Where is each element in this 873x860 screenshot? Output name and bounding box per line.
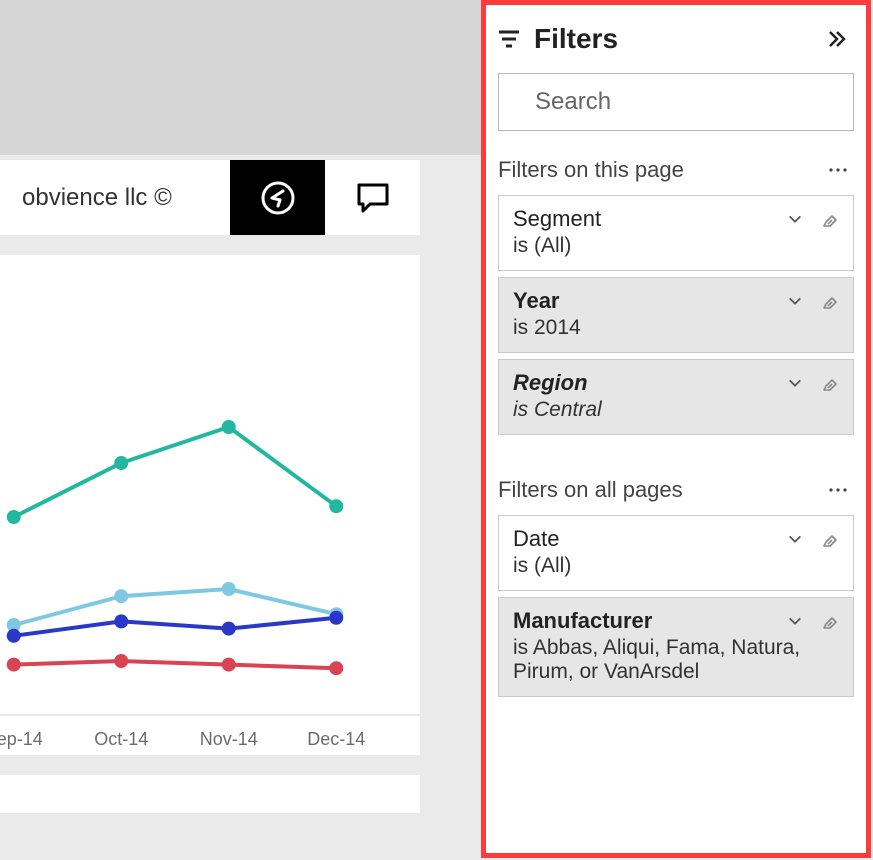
filters-section-all-more[interactable] xyxy=(828,486,848,494)
canvas-bottom-strip xyxy=(0,775,420,813)
filter-card-title: Segment xyxy=(513,206,601,232)
visual-toolbar: obvience llc © xyxy=(0,160,420,235)
chevron-down-icon xyxy=(787,531,803,547)
workspace: obvience llc © Sep-14 Oct-14 Nov-14 Dec-14 xyxy=(0,0,873,860)
filters-section-page-header: Filters on this page xyxy=(486,149,866,189)
chart-point[interactable] xyxy=(114,654,128,668)
filter-card[interactable]: Regionis Central xyxy=(498,359,854,435)
chevron-down-icon xyxy=(787,375,803,391)
filter-card-expand[interactable] xyxy=(787,211,803,227)
filter-card-subtitle: is Central xyxy=(513,398,839,422)
filter-card-subtitle: is 2014 xyxy=(513,316,839,340)
report-canvas: obvience llc © Sep-14 Oct-14 Nov-14 Dec-14 xyxy=(0,0,481,860)
filter-card[interactable]: Segmentis (All) xyxy=(498,195,854,271)
filters-section-page-label: Filters on this page xyxy=(498,157,684,183)
filters-search-input[interactable] xyxy=(535,88,845,116)
focus-mode-icon xyxy=(258,178,298,218)
filter-card-title: Region xyxy=(513,370,588,396)
chart-point[interactable] xyxy=(114,456,128,470)
filter-card-subtitle: is Abbas, Aliqui, Fama, Natura, Pirum, o… xyxy=(513,636,839,684)
filters-pane-header: Filters xyxy=(486,5,866,73)
filter-card-clear[interactable] xyxy=(819,373,839,393)
chart-point[interactable] xyxy=(222,420,236,434)
filter-card-subtitle: is (All) xyxy=(513,554,839,578)
chart-point[interactable] xyxy=(222,582,236,596)
x-axis-label: Dec-14 xyxy=(307,729,365,749)
collapse-pane-button[interactable] xyxy=(826,28,848,50)
filters-section-all-list: Dateis (All)Manufactureris Abbas, Aliqui… xyxy=(486,515,866,697)
filter-card[interactable]: Dateis (All) xyxy=(498,515,854,591)
more-icon xyxy=(828,166,848,174)
filters-section-page-more[interactable] xyxy=(828,166,848,174)
x-axis-label: Oct-14 xyxy=(94,729,148,749)
chart-point[interactable] xyxy=(7,658,21,672)
focus-mode-button[interactable] xyxy=(230,160,325,235)
chart-point[interactable] xyxy=(7,510,21,524)
chart-point[interactable] xyxy=(222,658,236,672)
clear-filter-icon xyxy=(819,209,839,229)
filter-card-clear[interactable] xyxy=(819,291,839,311)
filter-card-title: Date xyxy=(513,526,559,552)
filter-card-title: Year xyxy=(513,288,560,314)
filter-card-clear[interactable] xyxy=(819,209,839,229)
comment-button[interactable] xyxy=(325,160,420,235)
chart-point[interactable] xyxy=(114,614,128,628)
x-axis-label: Nov-14 xyxy=(200,729,258,749)
visual-toolbar-buttons xyxy=(230,160,420,235)
chart-point[interactable] xyxy=(329,611,343,625)
chart-point[interactable] xyxy=(329,661,343,675)
chevron-down-icon xyxy=(787,211,803,227)
filter-card[interactable]: Manufactureris Abbas, Aliqui, Fama, Natu… xyxy=(498,597,854,697)
filter-card-clear[interactable] xyxy=(819,529,839,549)
filters-pane: Filters Filters on this page xyxy=(486,5,866,853)
chart-point[interactable] xyxy=(7,629,21,643)
copyright-caption: obvience llc © xyxy=(0,184,172,212)
clear-filter-icon xyxy=(819,611,839,631)
filter-card-expand[interactable] xyxy=(787,613,803,629)
filter-icon xyxy=(496,26,522,52)
filter-card-expand[interactable] xyxy=(787,531,803,547)
filter-card[interactable]: Yearis 2014 xyxy=(498,277,854,353)
filters-pane-title: Filters xyxy=(534,23,814,55)
chart-point[interactable] xyxy=(329,499,343,513)
chevron-down-icon xyxy=(787,613,803,629)
filters-pane-highlight: Filters Filters on this page xyxy=(481,0,871,858)
comment-icon xyxy=(354,179,392,217)
line-chart: Sep-14 Oct-14 Nov-14 Dec-14 xyxy=(0,255,420,755)
canvas-header-band xyxy=(0,0,481,155)
filter-card-expand[interactable] xyxy=(787,375,803,391)
clear-filter-icon xyxy=(819,373,839,393)
filters-section-all-label: Filters on all pages xyxy=(498,477,683,503)
filters-search-box[interactable] xyxy=(498,73,854,131)
chart-tile[interactable]: Sep-14 Oct-14 Nov-14 Dec-14 xyxy=(0,255,420,755)
filter-card-subtitle: is (All) xyxy=(513,234,839,258)
more-icon xyxy=(828,486,848,494)
chart-point[interactable] xyxy=(114,589,128,603)
filter-card-clear[interactable] xyxy=(819,611,839,631)
filters-section-page-list: Segmentis (All)Yearis 2014Regionis Centr… xyxy=(486,195,866,435)
filter-card-expand[interactable] xyxy=(787,293,803,309)
chevron-down-icon xyxy=(787,293,803,309)
filter-card-title: Manufacturer xyxy=(513,608,652,634)
clear-filter-icon xyxy=(819,529,839,549)
filters-section-all-header: Filters on all pages xyxy=(486,469,866,509)
clear-filter-icon xyxy=(819,291,839,311)
x-axis-label: Sep-14 xyxy=(0,729,43,749)
chart-point[interactable] xyxy=(222,622,236,636)
collapse-pane-icon xyxy=(826,28,848,50)
